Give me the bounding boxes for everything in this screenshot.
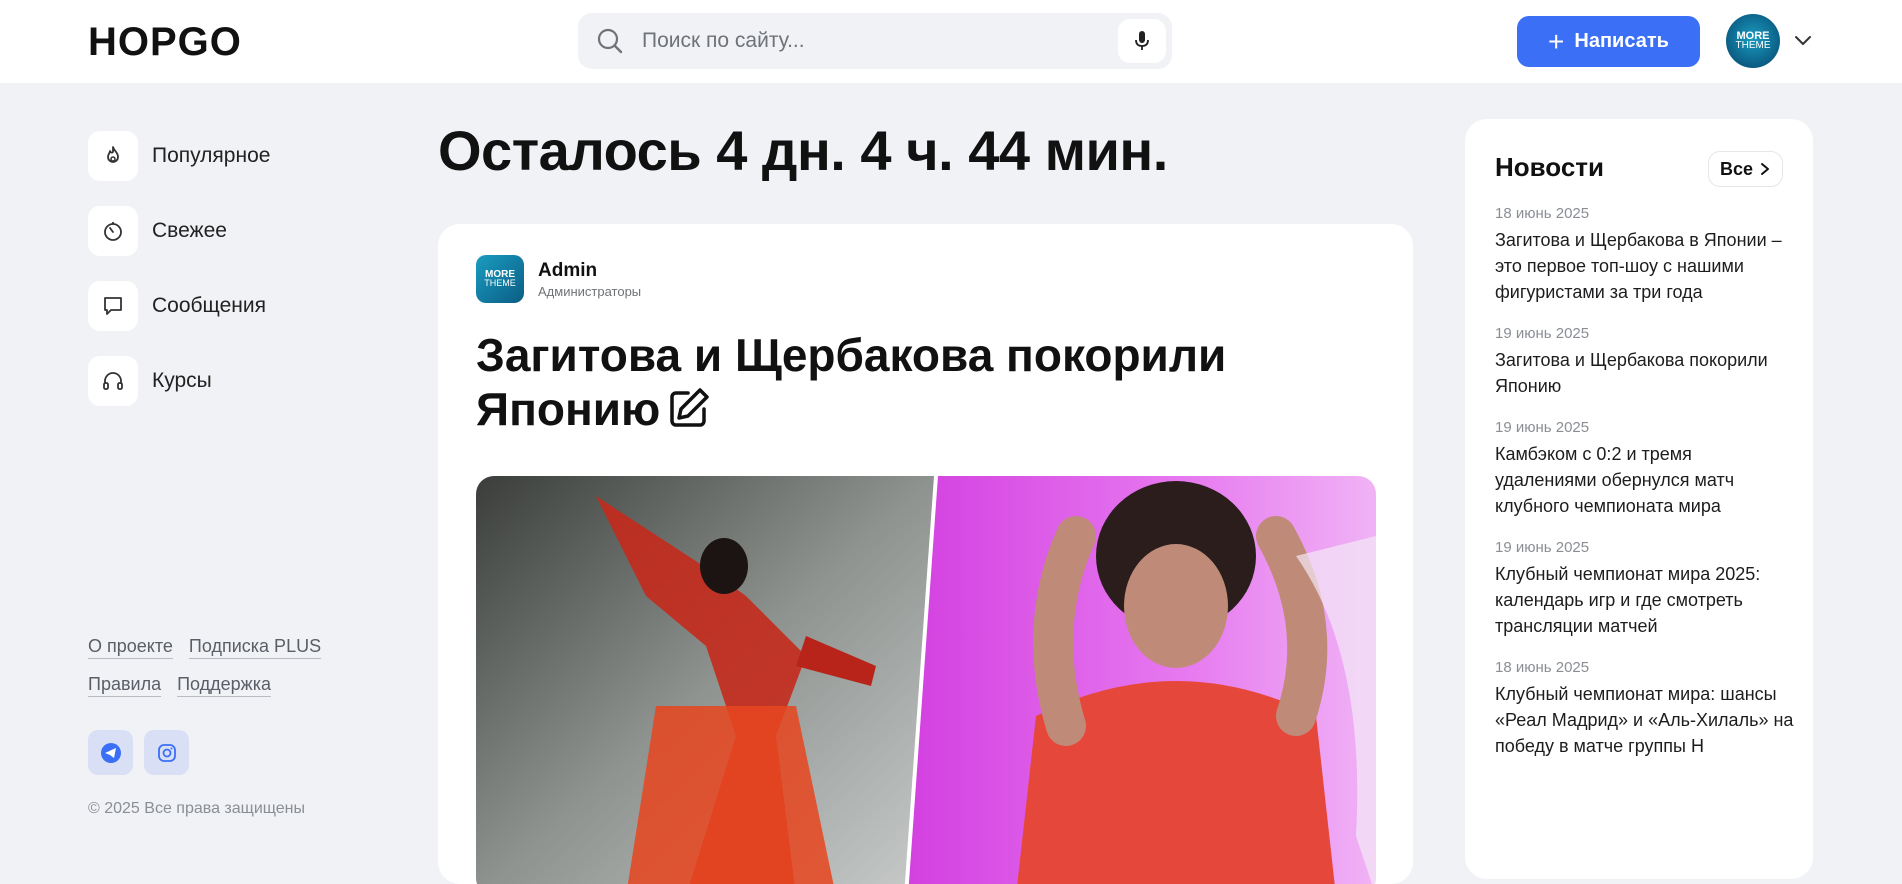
chevron-down-icon[interactable]	[1793, 30, 1813, 50]
link-rules[interactable]: Правила	[88, 674, 162, 697]
voice-search-button[interactable]	[1118, 19, 1166, 63]
sidebar-item-label: Сообщения	[152, 294, 266, 317]
sidebar-item-messages[interactable]: Сообщения	[88, 281, 348, 331]
sidebar-item-label: Курсы	[152, 369, 212, 392]
search-input[interactable]	[642, 23, 1082, 59]
sidebar-item-label: Свежее	[152, 219, 227, 242]
fire-icon	[88, 131, 138, 181]
news-item[interactable]: 19 июнь 2025 Загитова и Щербакова покори…	[1495, 325, 1795, 399]
post-image[interactable]	[476, 476, 1376, 884]
news-panel: Новости Все 18 июнь 2025 Загитова и Щерб…	[1465, 119, 1813, 879]
author-name[interactable]: Admin	[538, 260, 597, 282]
instagram-icon	[157, 743, 176, 762]
chevron-right-icon	[1761, 163, 1770, 175]
edit-icon[interactable]	[666, 385, 712, 431]
search-icon	[597, 28, 623, 54]
news-date: 19 июнь 2025	[1495, 325, 1590, 342]
news-title: Новости	[1495, 152, 1605, 182]
sidebar-item-fresh[interactable]: Свежее	[88, 206, 348, 256]
microphone-icon	[1135, 31, 1149, 50]
news-list: 18 июнь 2025 Загитова и Щербакова в Япон…	[1495, 205, 1795, 779]
news-headline[interactable]: Камбэком с 0:2 и тремя удалениями оберну…	[1495, 441, 1795, 519]
copyright-text: © 2025 Все права защищены	[88, 800, 305, 817]
user-avatar[interactable]: MORE THEME	[1726, 14, 1780, 68]
news-headline[interactable]: Загитова и Щербакова покорили Японию	[1495, 347, 1795, 399]
news-headline[interactable]: Клубный чемпионат мира: шансы «Реал Мадр…	[1495, 681, 1795, 759]
sidebar-item-courses[interactable]: Курсы	[88, 356, 348, 406]
link-about[interactable]: О проекте	[88, 636, 173, 659]
message-icon	[88, 281, 138, 331]
post-title-block: Загитова и Щербакова покорили Японию	[476, 328, 1276, 436]
news-headline[interactable]: Клубный чемпионат мира 2025: календарь и…	[1495, 561, 1795, 639]
countdown-heading: Осталось 4 дн. 4 ч. 44 мин.	[438, 119, 1168, 182]
telegram-button[interactable]	[88, 730, 133, 775]
news-all-button[interactable]: Все	[1708, 151, 1783, 187]
timer-icon	[88, 206, 138, 256]
news-item[interactable]: 19 июнь 2025 Клубный чемпионат мира 2025…	[1495, 539, 1795, 639]
search-bar[interactable]	[578, 13, 1172, 69]
instagram-button[interactable]	[144, 730, 189, 775]
news-headline[interactable]: Загитова и Щербакова в Японии – это перв…	[1495, 227, 1795, 305]
avatar-text-sub: THEME	[484, 278, 516, 288]
write-post-button[interactable]: + Написать	[1517, 16, 1700, 67]
news-item[interactable]: 19 июнь 2025 Камбэком с 0:2 и тремя удал…	[1495, 419, 1795, 519]
author-avatar[interactable]: MORE THEME	[476, 255, 524, 303]
footer-links: О проекте Подписка PLUS Правила Поддержка	[88, 636, 388, 712]
news-date: 18 июнь 2025	[1495, 205, 1590, 222]
headphones-icon	[88, 356, 138, 406]
news-date: 18 июнь 2025	[1495, 659, 1590, 676]
news-item[interactable]: 18 июнь 2025 Клубный чемпионат мира: шан…	[1495, 659, 1795, 759]
site-logo[interactable]: HOPGO	[88, 20, 242, 65]
post-photo	[476, 476, 1376, 884]
top-header: HOPGO + Написать MORE THEME	[0, 0, 1902, 83]
plus-icon: +	[1548, 25, 1565, 57]
news-item[interactable]: 18 июнь 2025 Загитова и Щербакова в Япон…	[1495, 205, 1795, 305]
author-role: Администраторы	[538, 284, 642, 299]
news-all-label: Все	[1719, 158, 1754, 179]
post-card: MORE THEME Admin Администраторы Загитова…	[438, 224, 1413, 884]
sidebar-item-label: Популярное	[152, 144, 271, 167]
news-date: 19 июнь 2025	[1495, 419, 1590, 436]
avatar-text-sub: THEME	[1735, 40, 1771, 51]
link-support[interactable]: Поддержка	[177, 674, 271, 697]
write-button-label: Написать	[1574, 30, 1669, 52]
link-subscription[interactable]: Подписка PLUS	[188, 636, 322, 659]
post-title[interactable]: Загитова и Щербакова покорили Японию	[476, 329, 1226, 435]
sidebar-item-popular[interactable]: Популярное	[88, 131, 348, 181]
telegram-icon	[100, 742, 121, 763]
news-date: 19 июнь 2025	[1495, 539, 1590, 556]
